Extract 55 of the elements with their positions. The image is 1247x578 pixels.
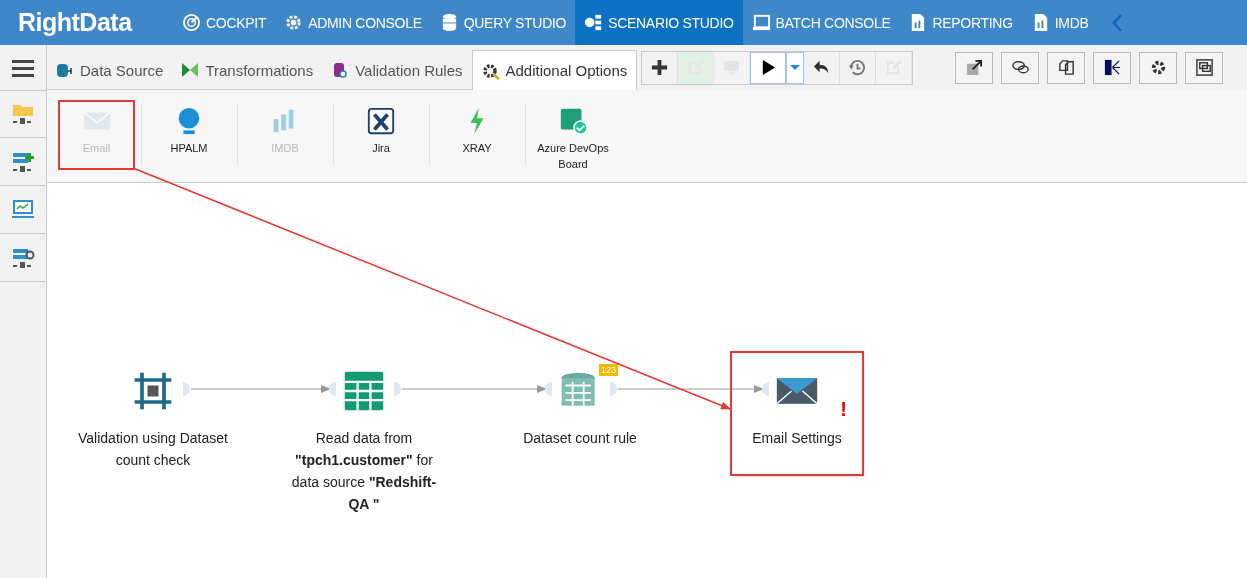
node-label: Dataset count rule: [523, 429, 637, 448]
alert-mark: !: [840, 399, 847, 419]
history-icon: [848, 58, 868, 77]
run-button[interactable]: [750, 51, 787, 84]
input-port[interactable]: [762, 382, 769, 396]
nav-item[interactable]: QUERY STUDIO: [430, 0, 576, 45]
add-button[interactable]: [642, 51, 679, 84]
caret-icon: [790, 65, 801, 70]
nav-item[interactable]: SCENARIO STUDIO: [575, 0, 743, 45]
external-link-icon: [964, 58, 984, 77]
nav-item[interactable]: IMDB: [1021, 0, 1098, 45]
board-check-icon: [558, 106, 588, 136]
integration-button[interactable]: HPALM: [149, 102, 229, 168]
bowtie-icon: [181, 61, 200, 79]
gear-icon: [481, 61, 500, 80]
input-port[interactable]: [545, 382, 552, 396]
integration-button[interactable]: XRAY: [437, 102, 517, 168]
fit-button[interactable]: [1185, 51, 1224, 84]
database-search-icon: [331, 61, 350, 79]
folder-network-icon[interactable]: [0, 90, 46, 138]
table-icon[interactable]: [342, 369, 386, 413]
flow-icon: [584, 13, 604, 32]
input-port[interactable]: [329, 382, 336, 396]
branch-button[interactable]: [1093, 51, 1132, 84]
comments-button[interactable]: [1001, 51, 1040, 84]
node-label: Read data from "tpch1.customer" for data source "Redshift-QA ": [290, 429, 438, 514]
copy-button[interactable]: [1047, 51, 1086, 84]
nav-item[interactable]: ADMIN CONSOLE: [275, 0, 431, 45]
node-label: Email Settings: [752, 429, 842, 448]
menu-icon[interactable]: [12, 58, 34, 77]
count-badge: 123: [598, 364, 618, 376]
plus-icon: [650, 58, 670, 77]
expand-button[interactable]: [955, 51, 994, 84]
gear-icon: [284, 13, 304, 32]
integration-button[interactable]: Jira: [341, 102, 421, 168]
settings-button[interactable]: [1139, 51, 1178, 84]
branch-icon: [1102, 58, 1122, 77]
undo-button[interactable]: [804, 51, 841, 84]
screen-icon: [751, 13, 771, 32]
tab[interactable]: Transformations: [172, 51, 323, 89]
history-button[interactable]: [840, 51, 877, 84]
run-options-button[interactable]: [786, 51, 805, 84]
frame-icon: [1194, 58, 1214, 77]
nav-item[interactable]: BATCH CONSOLE: [742, 0, 900, 45]
database-plug-icon: [56, 61, 74, 79]
node-label: Validation using Dataset count check: [77, 429, 229, 470]
integration-button[interactable]: Azure DevOps Board: [533, 102, 613, 168]
nav-item[interactable]: REPORTING: [899, 0, 1022, 45]
tab[interactable]: Data Source: [47, 51, 173, 89]
tab[interactable]: Additional Options: [471, 50, 638, 90]
nav-item[interactable]: COCKPIT: [173, 0, 276, 45]
radar-icon: [182, 13, 201, 32]
logo: RightData: [17, 7, 134, 38]
tab[interactable]: Validation Rules: [322, 51, 472, 89]
copy-icon: [1056, 58, 1076, 77]
